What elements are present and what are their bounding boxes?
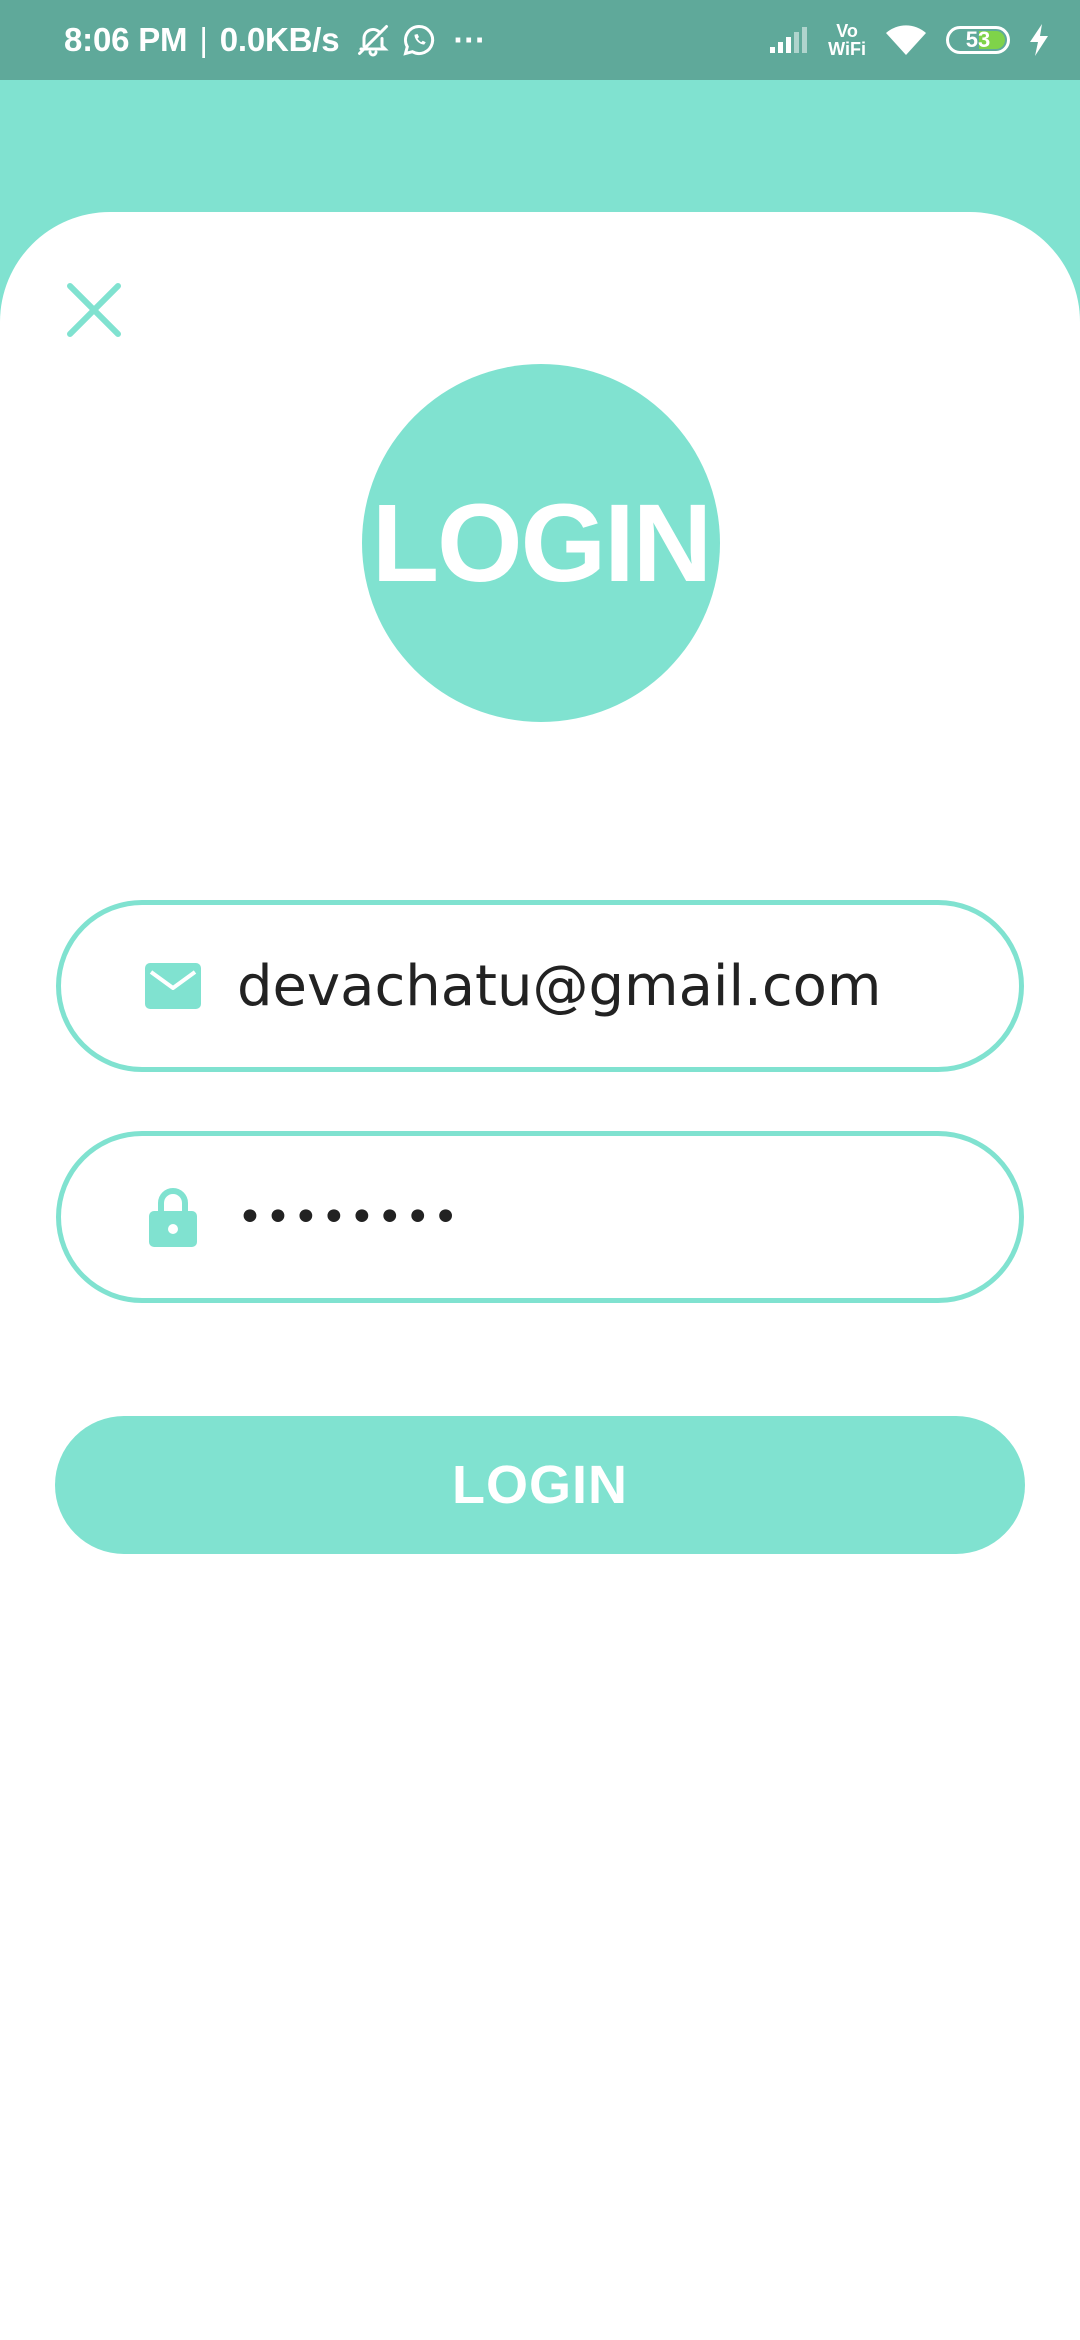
signal-icon — [768, 25, 810, 55]
status-time: 8:06 PM — [64, 21, 188, 58]
vowifi-indicator: Vo WiFi — [828, 22, 866, 58]
status-left: 8:06 PM | 0.0KB/s ··· — [64, 0, 486, 80]
vowifi-top: Vo — [836, 21, 858, 41]
status-bar: 8:06 PM | 0.0KB/s ··· Vo WiFi 53 — [0, 0, 1080, 80]
vowifi-bottom: WiFi — [828, 39, 866, 59]
network-speed: 0.0KB/s — [219, 21, 340, 58]
battery-icon: 53 — [946, 26, 1010, 54]
close-icon[interactable] — [62, 278, 126, 342]
mail-icon — [145, 958, 201, 1014]
mute-icon — [355, 22, 391, 58]
status-separator: | — [199, 21, 208, 58]
password-field[interactable] — [56, 1131, 1024, 1303]
whatsapp-icon — [401, 22, 437, 58]
login-button[interactable]: LOGIN — [55, 1416, 1025, 1554]
password-input[interactable] — [235, 1136, 979, 1298]
status-right: Vo WiFi 53 — [768, 0, 1050, 80]
wifi-icon — [884, 23, 928, 57]
logo-text: LOGIN — [371, 481, 712, 605]
battery-level: 53 — [965, 27, 991, 52]
email-field[interactable] — [56, 900, 1024, 1072]
lock-icon — [145, 1188, 201, 1247]
email-input[interactable] — [235, 905, 979, 1067]
login-logo: LOGIN — [362, 364, 720, 722]
more-notifications: ··· — [453, 21, 486, 58]
charging-icon — [1028, 24, 1050, 56]
